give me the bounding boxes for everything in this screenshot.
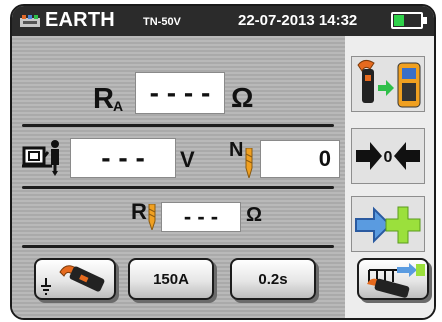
instrument-screen: EARTH TN-50V 22-07-2013 14:32 R A - - - … xyxy=(10,4,436,320)
clamp-connection-icon xyxy=(367,263,425,298)
voltage-value-field: - - - xyxy=(70,138,176,178)
earth-device-icon xyxy=(20,15,40,27)
rj-label: R xyxy=(131,199,147,224)
mode-title: EARTH xyxy=(45,9,115,31)
battery-level xyxy=(394,15,404,26)
current-range-label: 150A xyxy=(153,271,189,288)
earth-rod-icon xyxy=(148,204,156,230)
svg-text:0: 0 xyxy=(384,149,393,166)
earth-clamp-button[interactable] xyxy=(34,258,116,300)
rj-value-field: - - - xyxy=(161,202,241,232)
clamp-transfer-button[interactable] xyxy=(351,56,425,112)
ra-unit: Ω xyxy=(231,82,254,113)
voltage-unit: V xyxy=(180,147,195,172)
battery-terminal xyxy=(423,17,427,24)
trip-time-button[interactable]: 0.2s xyxy=(230,258,316,300)
rj-unit: Ω xyxy=(246,204,263,226)
zero-calibration-button[interactable]: 0 xyxy=(351,128,425,184)
clamp-connection-button[interactable] xyxy=(357,258,429,300)
n-value-field: 0 xyxy=(260,140,340,178)
header-bar: EARTH TN-50V 22-07-2013 14:32 xyxy=(12,6,434,36)
current-range-button[interactable]: 150A xyxy=(128,258,214,300)
touch-voltage-icon xyxy=(22,140,59,176)
add-result-button[interactable] xyxy=(351,196,425,252)
separator xyxy=(22,124,334,127)
earth-clamp-icon xyxy=(41,265,105,295)
add-arrow-icon xyxy=(355,206,421,244)
ra-value-field: - - - - xyxy=(135,72,225,114)
mode-subtitle: TN-50V xyxy=(143,16,181,28)
battery-icon xyxy=(391,12,423,29)
ra-subscript: A xyxy=(113,98,124,114)
zero-calibration-icon: 0 xyxy=(356,142,420,170)
ra-label: R xyxy=(93,83,114,115)
side-toolbar: 0 xyxy=(345,36,434,318)
trip-time-label: 0.2s xyxy=(258,271,288,288)
date-time: 22-07-2013 14:32 xyxy=(238,12,358,29)
earth-rod-icon xyxy=(245,148,253,178)
separator xyxy=(22,186,334,189)
measurement-panel: R A - - - - Ω - - - V N 0 R - - - Ω 150A… xyxy=(12,36,345,318)
separator xyxy=(22,245,334,248)
clamp-transfer-icon xyxy=(357,59,421,108)
